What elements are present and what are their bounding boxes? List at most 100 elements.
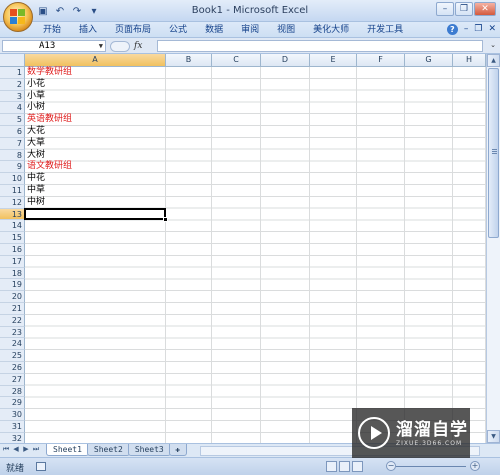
cell-a6[interactable]: 大花 xyxy=(27,126,45,137)
ribbon-tab[interactable]: 视图 xyxy=(268,24,304,38)
ribbon-tab[interactable]: 审阅 xyxy=(232,24,268,38)
ribbon-tab[interactable]: 公式 xyxy=(160,24,196,38)
scroll-thumb[interactable] xyxy=(488,68,499,238)
row-header[interactable]: 1 xyxy=(0,67,25,79)
row-headers: 1 2 3 4 5 6 7 8 9 10 11 12 13 14 15 16 17 18 19 20 21 22 23 24 2… xyxy=(0,67,25,443)
ribbon-tab[interactable]: 页面布局 xyxy=(106,24,160,38)
row-header[interactable]: 30 xyxy=(0,409,25,421)
formula-input[interactable] xyxy=(157,40,483,52)
row-header[interactable]: 17 xyxy=(0,255,25,268)
column-header[interactable]: D xyxy=(261,54,310,67)
restore-button[interactable]: ❐ xyxy=(455,2,473,16)
column-header[interactable]: G xyxy=(405,54,453,67)
row-header[interactable]: 6 xyxy=(0,125,25,138)
cell-a7[interactable]: 大草 xyxy=(27,138,45,149)
ribbon-tab[interactable]: 数据 xyxy=(196,24,232,38)
row-header[interactable]: 29 xyxy=(0,397,25,410)
row-header[interactable]: 32 xyxy=(0,432,25,443)
row-header[interactable]: 28 xyxy=(0,385,25,398)
ribbon-tab[interactable]: 美化大师 xyxy=(304,24,358,38)
row-header[interactable]: 20 xyxy=(0,291,25,303)
zoom-slider[interactable] xyxy=(396,466,466,467)
row-header[interactable]: 16 xyxy=(0,243,25,256)
page-layout-view-icon[interactable] xyxy=(339,461,350,472)
column-header[interactable]: H xyxy=(453,54,486,67)
row-header[interactable]: 21 xyxy=(0,302,25,315)
sheet-tab[interactable]: Sheet2 xyxy=(86,444,130,456)
cell-a5[interactable]: 英语教研组 xyxy=(27,114,72,125)
insert-sheet-icon[interactable]: ✚ xyxy=(168,444,187,456)
last-sheet-icon[interactable]: ⏭ xyxy=(32,445,40,454)
row-header[interactable]: 25 xyxy=(0,350,25,362)
row-header[interactable]: 14 xyxy=(0,220,25,233)
row-header[interactable]: 24 xyxy=(0,338,25,351)
help-icon[interactable]: ? xyxy=(446,24,458,35)
cell-a4[interactable]: 小树 xyxy=(27,102,45,113)
ribbon-restore-icon[interactable]: ❐ xyxy=(474,24,482,35)
cell-a11[interactable]: 中草 xyxy=(27,185,45,196)
prev-sheet-icon[interactable]: ◀ xyxy=(12,445,20,454)
worksheet-grid: ABCDEFGH 1 2 3 4 5 6 7 8 9 10 11 12 13 14 15 16 17 18 19 20… xyxy=(0,54,486,443)
column-header[interactable]: C xyxy=(212,54,261,67)
scroll-down-arrow-icon[interactable]: ▼ xyxy=(487,430,500,443)
column-header[interactable]: B xyxy=(166,54,212,67)
ribbon-tab[interactable]: 开发工具 xyxy=(358,24,412,38)
cell-a12[interactable]: 中树 xyxy=(27,197,45,208)
column-header[interactable]: E xyxy=(310,54,357,67)
ribbon-close-icon[interactable]: ✕ xyxy=(488,24,496,35)
first-sheet-icon[interactable]: ⏮ xyxy=(2,445,10,454)
office-button[interactable] xyxy=(3,2,33,32)
row-header[interactable]: 23 xyxy=(0,326,25,339)
row-header[interactable]: 3 xyxy=(0,90,25,103)
ribbon-minimize-icon[interactable]: – xyxy=(464,24,469,35)
page-break-view-icon[interactable] xyxy=(352,461,363,472)
cell-a10[interactable]: 中花 xyxy=(27,173,45,184)
name-box[interactable]: A13 ▼ xyxy=(2,40,106,52)
expand-formula-bar-icon[interactable]: ⌄ xyxy=(490,41,496,49)
cell-a1[interactable]: 数学教研组 xyxy=(27,67,72,78)
row-header[interactable]: 8 xyxy=(0,149,25,162)
row-header[interactable]: 18 xyxy=(0,267,25,280)
row-header[interactable]: 26 xyxy=(0,361,25,374)
row-header[interactable]: 15 xyxy=(0,232,25,244)
row-header[interactable]: 13 xyxy=(0,208,25,221)
ribbon-tab[interactable]: 插入 xyxy=(70,24,106,38)
insert-function-icon[interactable]: fx xyxy=(134,41,142,51)
column-header[interactable]: A xyxy=(25,54,166,67)
fill-handle[interactable] xyxy=(163,217,168,223)
row-header[interactable]: 12 xyxy=(0,196,25,209)
minimize-button[interactable]: – xyxy=(436,2,454,16)
row-header[interactable]: 31 xyxy=(0,420,25,433)
row-header[interactable]: 11 xyxy=(0,184,25,197)
active-cell-selection[interactable] xyxy=(24,207,168,223)
row-header[interactable]: 7 xyxy=(0,137,25,150)
sheet-tab[interactable]: Sheet1 xyxy=(46,444,89,456)
ribbon-tab[interactable]: 开始 xyxy=(34,24,70,38)
formula-cancel-enter-icon[interactable] xyxy=(110,40,130,52)
zoom-out-icon[interactable]: − xyxy=(386,461,396,471)
row-header[interactable]: 2 xyxy=(0,78,25,91)
row-header[interactable]: 22 xyxy=(0,314,25,327)
normal-view-icon[interactable] xyxy=(326,461,337,472)
next-sheet-icon[interactable]: ▶ xyxy=(22,445,30,454)
zoom-in-icon[interactable]: + xyxy=(470,461,480,471)
vertical-scrollbar[interactable]: ▲ ▼ xyxy=(486,54,500,443)
cell-a8[interactable]: 大树 xyxy=(27,150,45,161)
row-header[interactable]: 4 xyxy=(0,102,25,115)
scroll-up-arrow-icon[interactable]: ▲ xyxy=(487,54,500,67)
row-header[interactable]: 9 xyxy=(0,161,25,174)
column-header[interactable]: F xyxy=(357,54,405,67)
row-header[interactable]: 10 xyxy=(0,173,25,185)
sheet-tab[interactable]: Sheet3 xyxy=(127,444,171,456)
row-header[interactable]: 27 xyxy=(0,373,25,386)
macro-record-icon[interactable] xyxy=(36,462,46,471)
cell-area[interactable]: 数学教研组 小花 小草 小树 英语教研组 大花 大草 大树 语文教研组 中花 中草 中树 xyxy=(24,67,486,443)
row-header[interactable]: 19 xyxy=(0,279,25,292)
cell-a2[interactable]: 小花 xyxy=(27,79,45,90)
row-header[interactable]: 5 xyxy=(0,114,25,126)
cell-a3[interactable]: 小草 xyxy=(27,91,45,102)
close-button[interactable]: ✕ xyxy=(474,2,496,16)
name-box-dropdown-icon[interactable]: ▼ xyxy=(99,41,103,51)
cell-a9[interactable]: 语文教研组 xyxy=(27,161,72,172)
select-all-corner[interactable] xyxy=(0,54,25,67)
